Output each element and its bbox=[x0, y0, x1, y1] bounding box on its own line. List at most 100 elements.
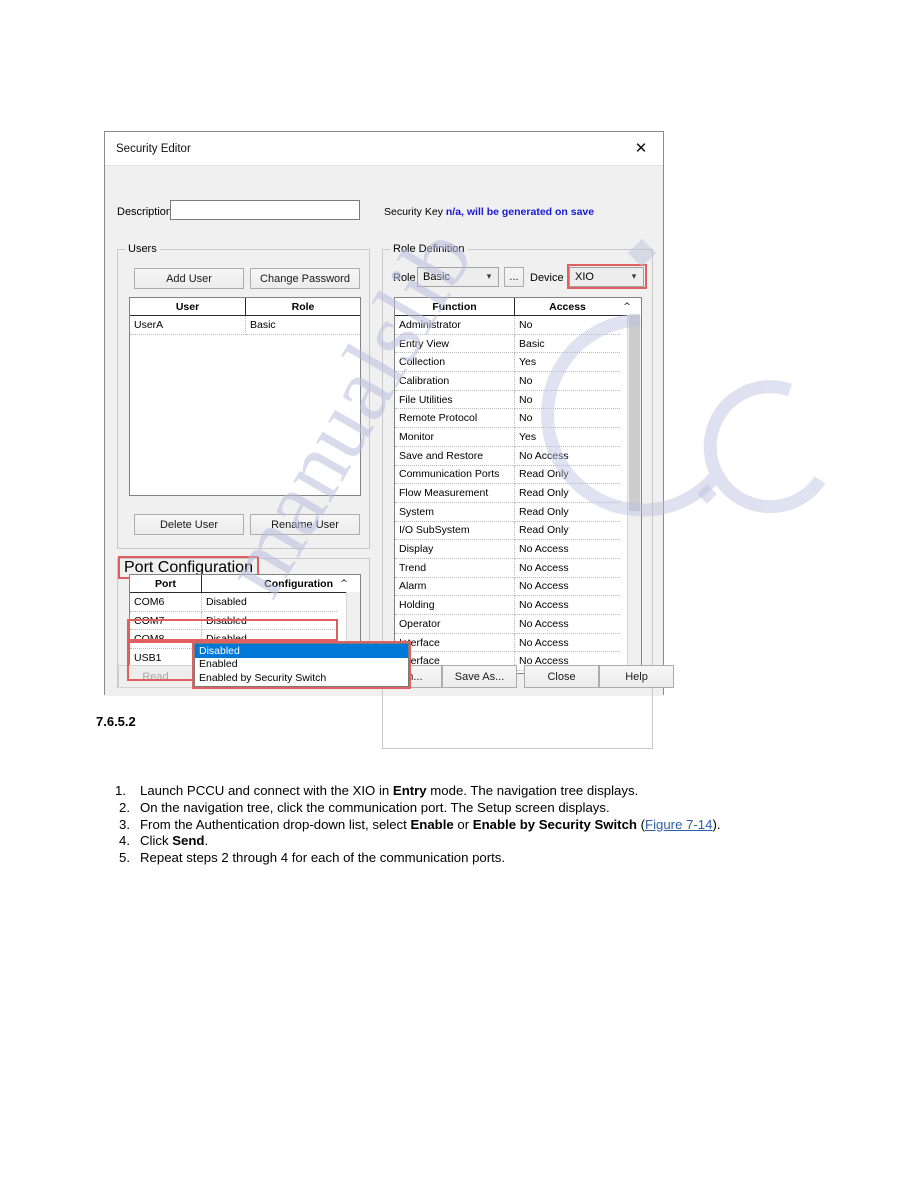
roles-cell-access: Basic bbox=[515, 335, 620, 354]
roles-table-scrollbar[interactable]: ^ ⌄ bbox=[627, 315, 641, 673]
table-row[interactable]: File Utilities No bbox=[395, 390, 641, 410]
dropdown-option-disabled[interactable]: Disabled bbox=[195, 644, 408, 658]
roles-cell-function: Display bbox=[395, 540, 515, 559]
change-password-button[interactable]: Change Password bbox=[250, 268, 360, 289]
table-row[interactable]: Calibration No bbox=[395, 372, 641, 391]
roles-cell-access: Read Only bbox=[515, 522, 620, 541]
table-row[interactable]: Flow Measurement Read Only bbox=[395, 484, 641, 503]
configuration-dropdown-list[interactable]: Disabled Enabled Enabled by Security Swi… bbox=[194, 643, 409, 687]
read-button[interactable]: Read bbox=[118, 665, 193, 688]
table-row[interactable]: Remote Protocol No bbox=[395, 409, 641, 429]
table-row[interactable]: Administrator No bbox=[395, 316, 641, 335]
table-row[interactable]: COM7 Disabled bbox=[130, 611, 360, 631]
table-row[interactable]: UserA Basic bbox=[130, 316, 360, 335]
step-number: 2. bbox=[119, 799, 130, 815]
ports-sort-asc-icon[interactable]: ^ bbox=[337, 575, 351, 592]
security-key-value: n/a, will be generated on save bbox=[445, 206, 595, 218]
table-row[interactable]: Interface No Access bbox=[395, 633, 641, 653]
users-col-role: Role bbox=[291, 300, 315, 313]
security-key-label: Security Key bbox=[384, 206, 443, 218]
roles-cell-access: Read Only bbox=[515, 466, 620, 485]
role-label: Role bbox=[393, 272, 416, 284]
ports-cell-port: COM8 bbox=[130, 630, 202, 650]
dropdown-option-enabled-by-security-switch[interactable]: Enabled by Security Switch bbox=[195, 671, 408, 685]
roles-cell-function: Remote Protocol bbox=[395, 409, 515, 429]
roles-cell-function: Calibration bbox=[395, 372, 515, 391]
roles-col-access: Access bbox=[549, 300, 586, 313]
roles-cell-function: I/O SubSystem bbox=[395, 521, 515, 541]
ports-col-configuration: Configuration bbox=[264, 577, 333, 590]
figure-link[interactable]: Figure 7-14 bbox=[645, 817, 712, 832]
roles-cell-access: No bbox=[515, 316, 620, 335]
role-select[interactable]: Basic ▾ bbox=[417, 267, 499, 287]
role-browse-button[interactable]: ... bbox=[504, 267, 524, 287]
device-label: Device bbox=[530, 272, 564, 284]
table-row[interactable]: COM6 Disabled bbox=[130, 593, 360, 612]
description-input[interactable] bbox=[170, 200, 360, 220]
roles-cell-function: Communication Ports bbox=[395, 465, 515, 485]
list-item: 1. Launch PCCU and connect with the XIO … bbox=[96, 783, 816, 800]
users-table-header: User Role bbox=[130, 298, 360, 316]
rename-user-button[interactable]: Rename User bbox=[250, 514, 360, 535]
roles-cell-access: No Access bbox=[515, 447, 620, 466]
users-table[interactable]: User Role UserA Basic bbox=[129, 297, 361, 496]
roles-cell-function: Holding bbox=[395, 596, 515, 615]
table-row[interactable]: Entry View Basic bbox=[395, 334, 641, 354]
roles-cell-function: Entry View bbox=[395, 334, 515, 354]
description-label: Description bbox=[117, 206, 173, 218]
step-text: On the navigation tree, click the commun… bbox=[140, 799, 610, 815]
table-row[interactable]: System Read Only bbox=[395, 502, 641, 522]
help-button[interactable]: Help bbox=[599, 665, 674, 688]
close-icon[interactable]: ✕ bbox=[619, 132, 663, 164]
procedure-steps: 1. Launch PCCU and connect with the XIO … bbox=[96, 783, 816, 867]
table-row[interactable]: Collection Yes bbox=[395, 353, 641, 373]
list-item: 4. Click Send. bbox=[96, 833, 816, 850]
table-row[interactable]: Save and Restore No Access bbox=[395, 446, 641, 466]
roles-cell-access: No Access bbox=[515, 540, 620, 559]
roles-cell-function: File Utilities bbox=[395, 390, 515, 410]
roles-table-header: Function Access ^ bbox=[395, 298, 641, 316]
roles-cell-function: Save and Restore bbox=[395, 446, 515, 466]
roles-sort-asc-icon[interactable]: ^ bbox=[620, 298, 634, 315]
dropdown-option-enabled[interactable]: Enabled bbox=[195, 658, 408, 672]
security-editor-window: Security Editor ✕ Description Security K… bbox=[104, 131, 674, 749]
table-row[interactable]: Holding No Access bbox=[395, 596, 641, 615]
step-number: 4. bbox=[119, 833, 130, 849]
section-number: 7.6.5.2 bbox=[96, 714, 136, 729]
delete-user-button[interactable]: Delete User bbox=[134, 514, 244, 535]
table-row[interactable]: Alarm No Access bbox=[395, 577, 641, 597]
roles-cell-function: Administrator bbox=[395, 316, 515, 335]
table-row[interactable]: Operator No Access bbox=[395, 615, 641, 634]
users-group: Users Add User Change Password User Role… bbox=[117, 242, 370, 549]
roles-cell-function: Operator bbox=[395, 615, 515, 634]
roles-cell-access: No Access bbox=[515, 559, 620, 578]
table-row[interactable]: I/O SubSystem Read Only bbox=[395, 521, 641, 541]
ports-col-port: Port bbox=[130, 575, 202, 592]
save-as-button[interactable]: Save As... bbox=[442, 665, 517, 688]
ports-cell-configuration: Disabled bbox=[202, 612, 337, 631]
users-cell-user: UserA bbox=[130, 316, 246, 335]
scrollbar-thumb[interactable] bbox=[629, 315, 640, 511]
list-item: 2. On the navigation tree, click the com… bbox=[96, 800, 816, 817]
close-button[interactable]: Close bbox=[524, 665, 599, 688]
window-title: Security Editor bbox=[116, 142, 191, 155]
roles-rows: Administrator No Entry View Basic Collection… bbox=[395, 316, 641, 672]
roles-cell-access: Read Only bbox=[515, 484, 620, 503]
role-function-access-table[interactable]: Function Access ^ Administrator No Entry V… bbox=[394, 297, 642, 674]
device-select[interactable]: XIO ▾ bbox=[569, 267, 644, 287]
add-user-button[interactable]: Add User bbox=[134, 268, 244, 289]
table-row[interactable]: Trend No Access bbox=[395, 558, 641, 578]
table-row[interactable]: Display No Access bbox=[395, 540, 641, 559]
role-definition-legend: Role Definition bbox=[390, 242, 468, 256]
table-row[interactable]: Communication Ports Read Only bbox=[395, 465, 641, 485]
roles-cell-function: Trend bbox=[395, 558, 515, 578]
roles-cell-access: No bbox=[515, 409, 620, 429]
ports-cell-port: COM7 bbox=[130, 611, 202, 631]
table-row[interactable]: Monitor Yes bbox=[395, 428, 641, 447]
roles-cell-function: System bbox=[395, 502, 515, 522]
ports-cell-port: COM6 bbox=[130, 593, 202, 612]
window-titlebar: Security Editor ✕ bbox=[105, 132, 663, 166]
step-text: Click Send. bbox=[140, 833, 209, 849]
step-text: Repeat steps 2 through 4 for each of the… bbox=[140, 850, 506, 866]
ports-cell-configuration: Disabled bbox=[202, 593, 337, 612]
